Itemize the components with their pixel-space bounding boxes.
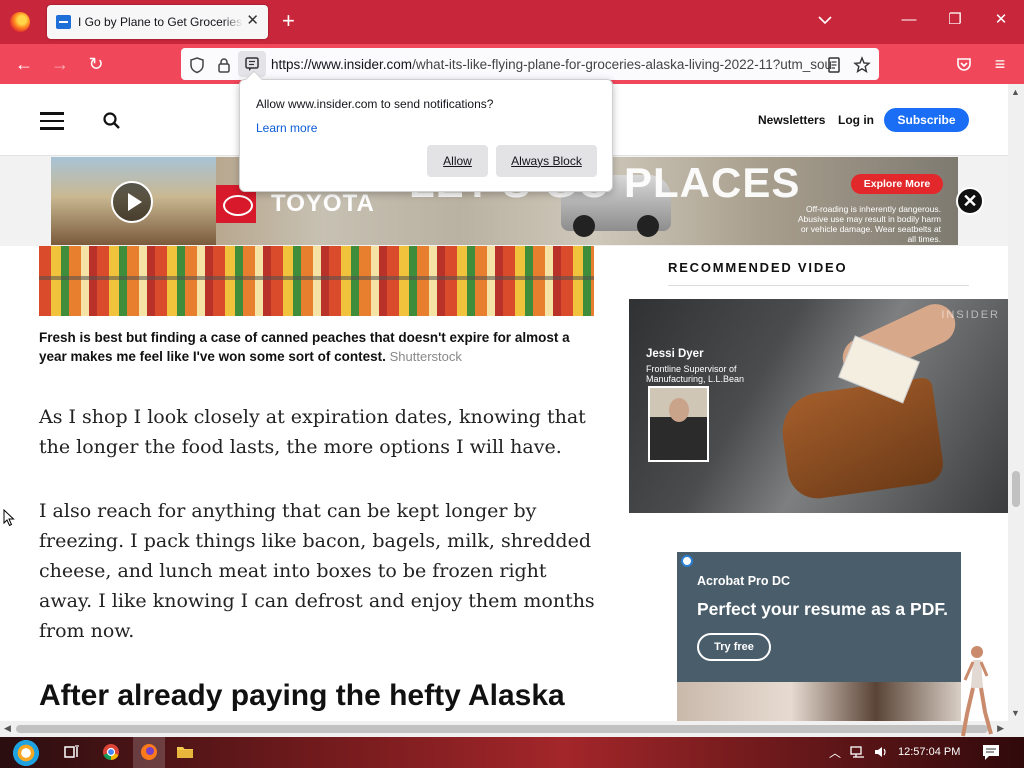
insider-watermark: INSIDER <box>941 309 1000 321</box>
allow-button[interactable]: Allow <box>427 145 488 177</box>
close-window-icon[interactable]: ✕ <box>989 10 1013 30</box>
task-view-icon[interactable] <box>63 743 81 761</box>
ad-close-icon[interactable]: ✕ <box>956 187 984 215</box>
url-host: https://www.insider.com <box>271 57 413 72</box>
video-boot-image <box>777 376 946 503</box>
ad-disclaimer: Off-roading is inherently dangerous. Abu… <box>797 204 941 244</box>
desktop-runner-figure <box>961 646 993 737</box>
screen: I Go by Plane to Get Groceries in Alaska… <box>0 0 1024 768</box>
horizontal-scroll-thumb[interactable] <box>16 725 988 733</box>
horizontal-scrollbar[interactable]: ◀ ▶ <box>0 721 1008 737</box>
minimize-icon[interactable]: — <box>897 10 921 30</box>
scroll-down-icon[interactable]: ▼ <box>1011 708 1020 718</box>
network-icon[interactable] <box>850 744 866 760</box>
restore-icon[interactable]: ❐ <box>943 10 967 30</box>
scroll-left-icon[interactable]: ◀ <box>4 723 11 734</box>
paragraph-freezing: I also reach for anything that can be ke… <box>39 500 595 642</box>
scroll-right-icon[interactable]: ▶ <box>997 723 1004 734</box>
forward-icon[interactable]: → <box>47 52 73 76</box>
article-body: Fresh is best but finding a case of cann… <box>0 246 610 721</box>
chrome-icon[interactable] <box>102 743 120 761</box>
play-icon[interactable] <box>111 181 153 223</box>
hamburger-menu-icon[interactable] <box>40 112 64 130</box>
volume-icon[interactable] <box>873 744 889 760</box>
login-link[interactable]: Log in <box>838 113 874 127</box>
firefox-icon <box>141 744 157 760</box>
explore-more-button[interactable]: Explore More <box>851 174 943 194</box>
pocket-icon[interactable] <box>955 55 973 73</box>
caption-credit: Shutterstock <box>389 349 462 364</box>
url-text[interactable]: https://www.insider.com/what-its-like-fl… <box>271 57 831 72</box>
acrobat-ad-photo <box>677 682 961 721</box>
application-menu-icon[interactable]: ≡ <box>987 52 1013 76</box>
file-explorer-icon[interactable] <box>176 743 194 761</box>
back-icon[interactable]: ← <box>11 52 37 76</box>
tab-close-icon[interactable]: ✕ <box>246 13 259 29</box>
insider-favicon-icon <box>56 15 71 29</box>
start-orb-icon[interactable] <box>8 738 44 768</box>
show-hidden-icons-icon[interactable]: ︿ <box>829 744 841 761</box>
video-person-role: Frontline Supervisor of Manufacturing, L… <box>646 364 745 384</box>
scroll-up-icon[interactable]: ▲ <box>1011 87 1020 97</box>
list-all-tabs-icon[interactable] <box>817 12 833 28</box>
navigation-toolbar: ← → ↻ https://www.insider.com/what-its-l… <box>0 44 1024 84</box>
newsletters-link[interactable]: Newsletters <box>758 113 825 127</box>
mouse-cursor-icon <box>3 509 15 527</box>
video-person-portrait <box>648 386 709 462</box>
canned-peaches-photo <box>39 246 594 316</box>
system-clock[interactable]: 12:57:04 PM <box>898 746 960 758</box>
acrobat-ad[interactable]: Acrobat Pro DC Perfect your resume as a … <box>677 552 961 721</box>
bookmark-star-icon[interactable] <box>853 56 871 74</box>
firefox-taskbar-button[interactable] <box>133 737 165 768</box>
url-path: /what-its-like-flying-plane-for-grocerie… <box>412 57 831 72</box>
adchoices-icon[interactable] <box>681 555 693 567</box>
action-center-icon[interactable] <box>982 744 1000 761</box>
paragraph-expiration: As I shop I look closely at expiration d… <box>39 406 586 458</box>
recommended-video-title: RECOMMENDED VIDEO <box>668 260 848 275</box>
acrobat-headline: Perfect your resume as a PDF. <box>697 599 948 619</box>
photo-caption: Fresh is best but finding a case of cann… <box>39 328 594 366</box>
divider <box>668 285 969 286</box>
ad-brand: TOYOTA <box>271 190 375 217</box>
search-icon[interactable] <box>102 111 122 131</box>
tab-bar: I Go by Plane to Get Groceries in Alaska… <box>0 0 1024 44</box>
address-bar[interactable]: https://www.insider.com/what-its-like-fl… <box>181 48 879 80</box>
firefox-menu-icon[interactable] <box>10 12 30 32</box>
subscribe-button[interactable]: Subscribe <box>884 108 969 132</box>
lock-icon[interactable] <box>215 56 233 74</box>
recommended-video-player[interactable]: INSIDER Jessi Dyer Frontline Supervisor … <box>629 299 1008 513</box>
tab-title: I Go by Plane to Get Groceries in Alaska <box>78 15 243 29</box>
acrobat-brand: Acrobat Pro DC <box>697 574 791 588</box>
tracking-protection-shield-icon[interactable] <box>188 56 206 74</box>
reader-view-icon[interactable] <box>825 56 843 74</box>
reload-icon[interactable]: ↻ <box>83 52 109 76</box>
video-person-name: Jessi Dyer <box>646 348 704 360</box>
learn-more-link[interactable]: Learn more <box>256 121 317 135</box>
scrollbar-corner <box>1008 721 1024 737</box>
notification-permission-popup: Allow www.insider.com to send notificati… <box>239 70 613 192</box>
windows-taskbar: ︿ 12:57:04 PM <box>0 737 1024 768</box>
caption-text: Fresh is best but finding a case of cann… <box>39 330 570 364</box>
try-free-button[interactable]: Try free <box>697 633 771 661</box>
ad-video-thumbnail[interactable] <box>51 157 216 245</box>
new-tab-icon[interactable]: + <box>282 9 295 33</box>
section-heading: After already paying the hefty Alaska <box>39 679 565 712</box>
vertical-scroll-thumb[interactable] <box>1012 471 1020 507</box>
notification-message: Allow www.insider.com to send notificati… <box>256 97 494 111</box>
active-tab[interactable]: I Go by Plane to Get Groceries in Alaska… <box>47 5 268 39</box>
vertical-scrollbar[interactable]: ▲ ▼ <box>1008 84 1024 721</box>
always-block-button[interactable]: Always Block <box>496 145 597 177</box>
